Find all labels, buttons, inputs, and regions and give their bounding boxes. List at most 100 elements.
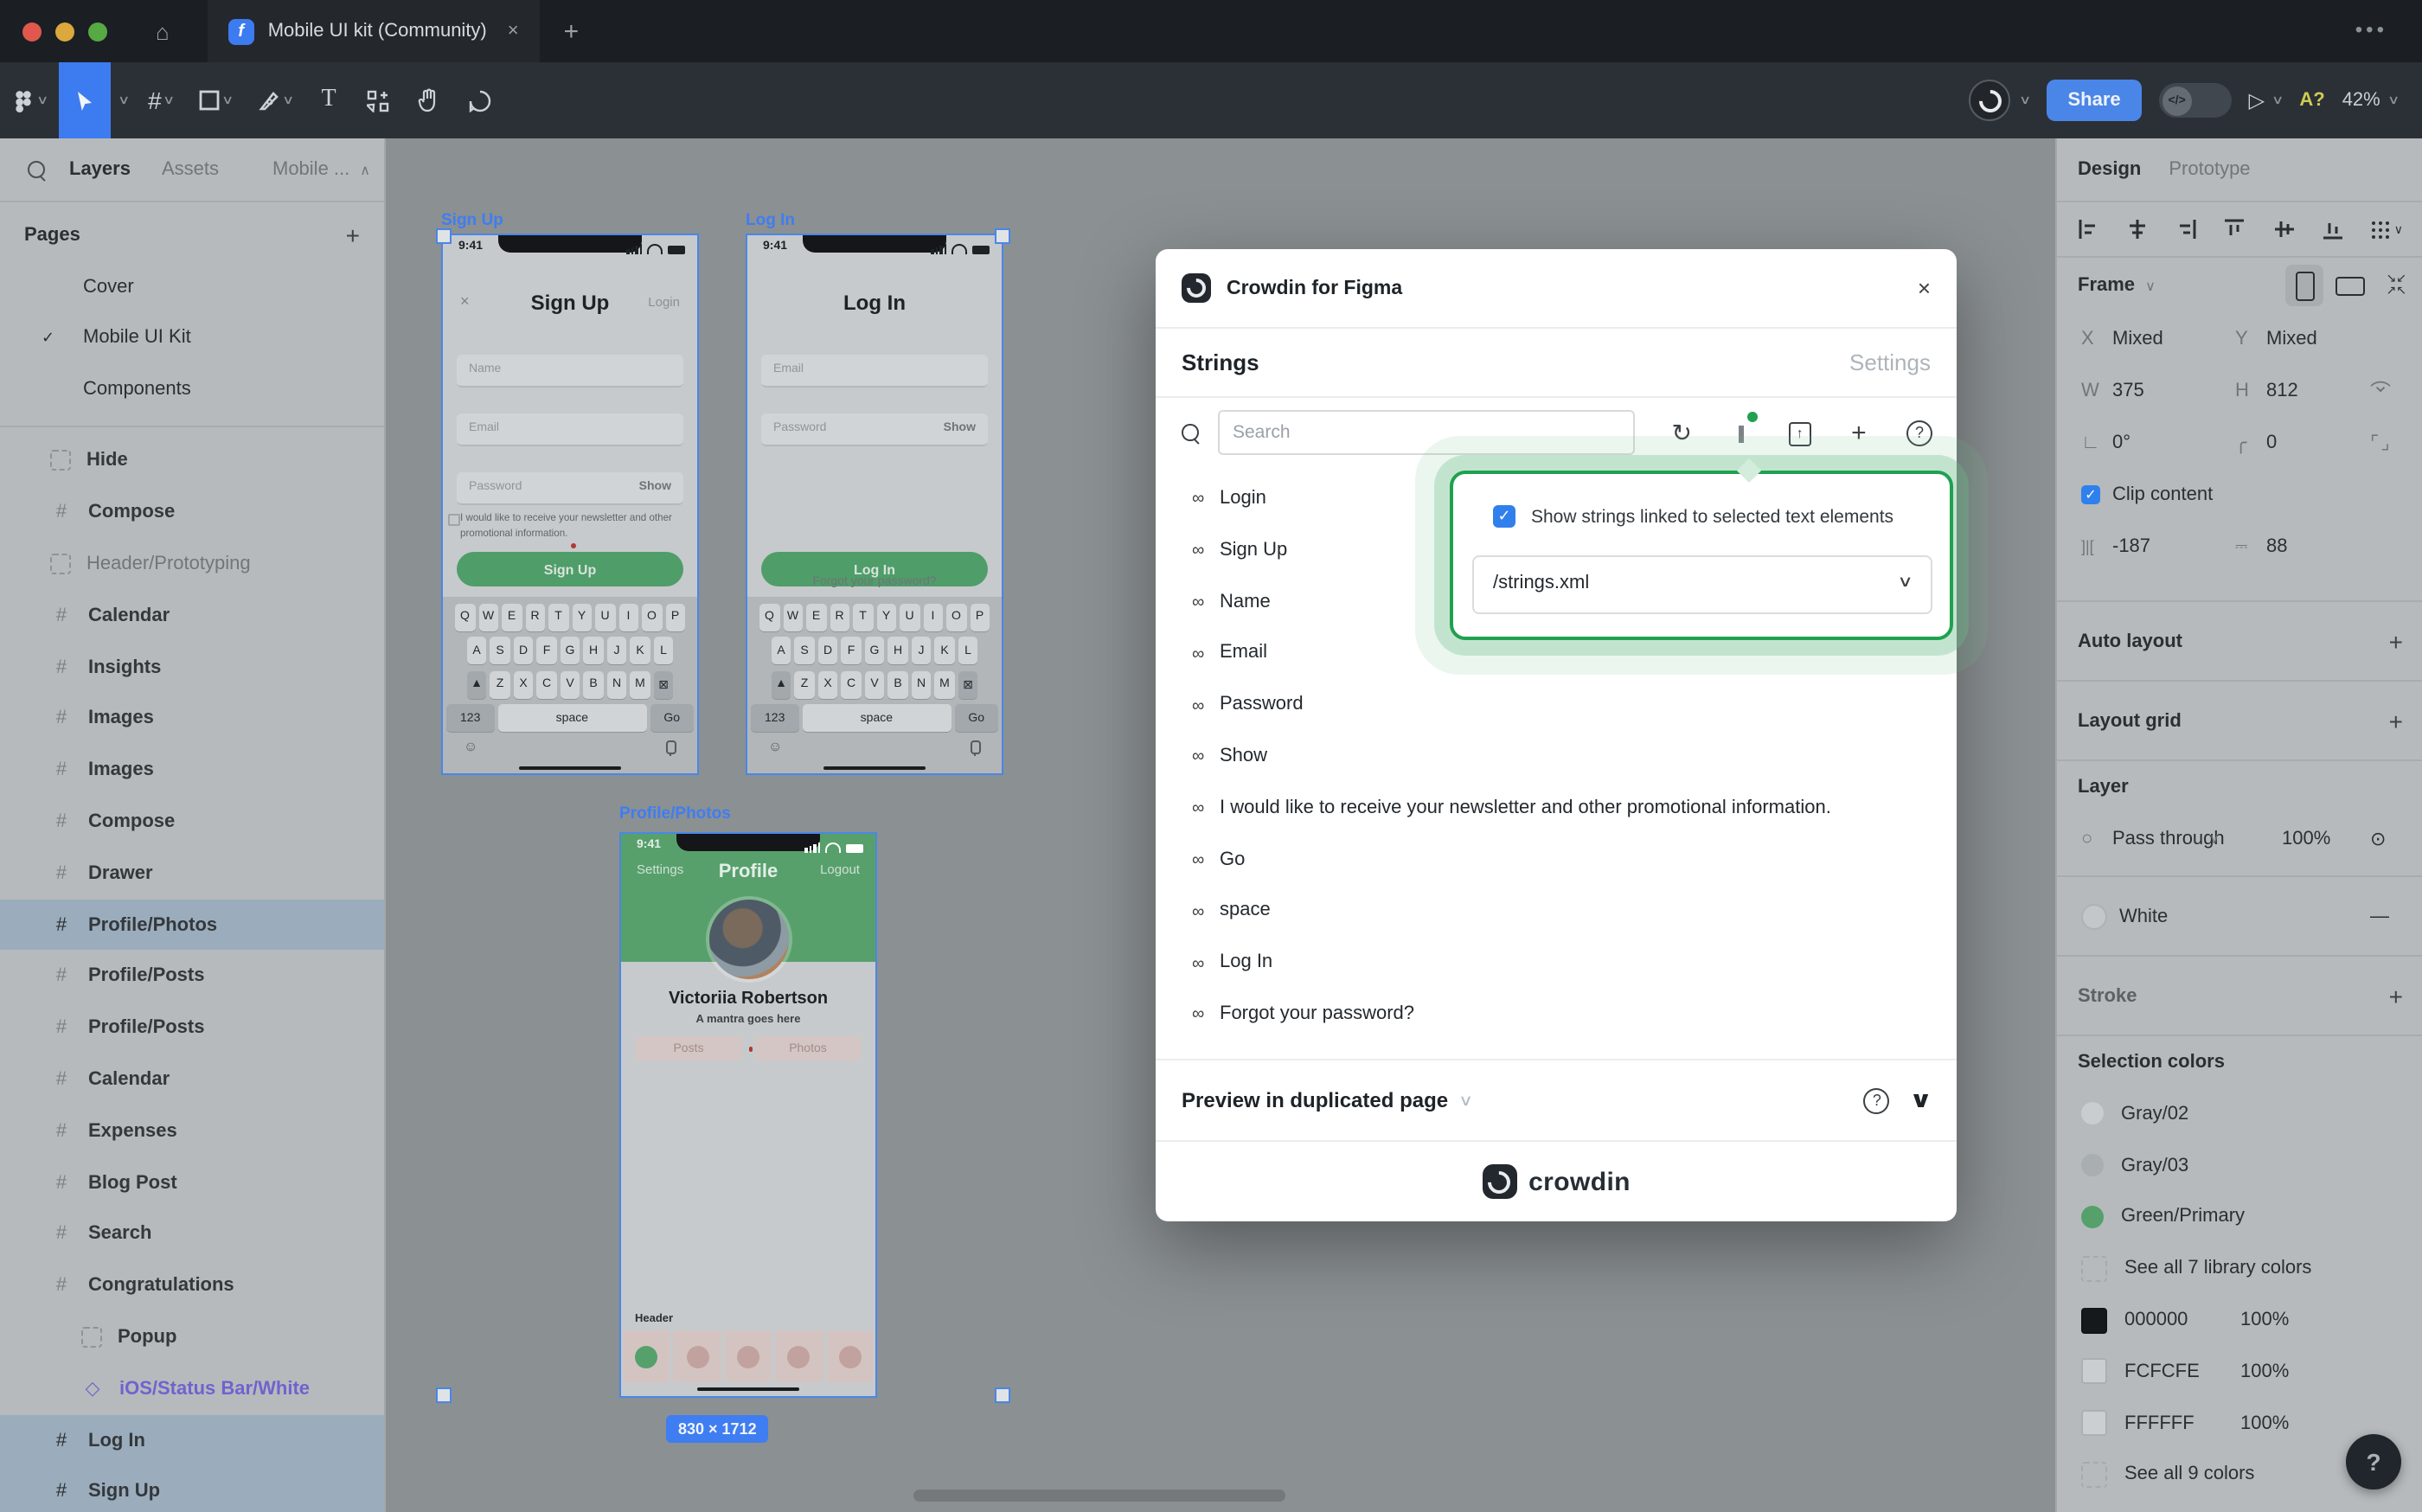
- text-tool-button[interactable]: T: [304, 62, 353, 138]
- portrait-orientation-button[interactable]: [2285, 265, 2323, 306]
- tab-layers[interactable]: Layers: [69, 159, 131, 180]
- layer-item[interactable]: Sign Up: [0, 1466, 384, 1512]
- file-tab[interactable]: f Mobile UI kit (Community) ×: [208, 0, 540, 62]
- help-icon[interactable]: ?: [1906, 419, 1931, 446]
- selection-color-row[interactable]: Gray/02: [2057, 1088, 2422, 1140]
- log-in-frame[interactable]: 9:41 Log In Email Password Show Log In F…: [746, 234, 1003, 775]
- minimize-window-button[interactable]: [55, 22, 74, 41]
- page-item[interactable]: Cover: [0, 261, 384, 312]
- maximize-window-button[interactable]: [88, 22, 107, 41]
- color-swatch[interactable]: [2081, 1154, 2104, 1176]
- color-swatch[interactable]: [2081, 1206, 2104, 1228]
- selection-handle-top-left[interactable]: [436, 228, 452, 244]
- y-value[interactable]: Mixed: [2266, 329, 2317, 349]
- tab-strings[interactable]: Strings: [1182, 349, 1259, 375]
- horizontal-gap-value[interactable]: -187: [2112, 536, 2150, 557]
- independent-corners-icon[interactable]: ⌜⌟: [2370, 432, 2392, 454]
- landscape-orientation-button[interactable]: [2336, 276, 2365, 295]
- layer-item[interactable]: Expenses: [0, 1105, 384, 1157]
- vertical-gap-value[interactable]: 88: [2266, 536, 2288, 557]
- string-item[interactable]: ∞ I would like to receive your newslette…: [1156, 784, 1957, 836]
- layer-item[interactable]: Popup: [0, 1311, 384, 1363]
- layer-item[interactable]: Hide: [0, 435, 384, 487]
- layer-item[interactable]: Compose: [0, 796, 384, 848]
- color-swatch[interactable]: [2081, 1462, 2107, 1488]
- layer-item[interactable]: Compose: [0, 487, 384, 539]
- frame-label-sign-up[interactable]: Sign Up: [441, 211, 503, 230]
- preview-help-icon[interactable]: ?: [1864, 1087, 1890, 1113]
- clip-content-checkbox[interactable]: ✓: [2081, 485, 2100, 504]
- rotation-value[interactable]: 0°: [2112, 432, 2130, 453]
- frame-label-profile[interactable]: Profile/Photos: [619, 804, 731, 823]
- selection-color-row[interactable]: See all 7 library colors: [2057, 1243, 2422, 1295]
- resources-tool-button[interactable]: [353, 62, 401, 138]
- corner-radius-value[interactable]: 0: [2266, 432, 2277, 453]
- tab-settings[interactable]: Settings: [1849, 349, 1931, 375]
- file-select[interactable]: /strings.xml ∨: [1472, 555, 1932, 614]
- selection-handle-top-right[interactable]: [995, 228, 1010, 244]
- h-value[interactable]: 812: [2266, 381, 2298, 401]
- layer-item[interactable]: Calendar: [0, 590, 384, 642]
- color-swatch[interactable]: [2081, 1307, 2107, 1333]
- export-icon[interactable]: ↑: [1789, 419, 1811, 446]
- figma-menu-button[interactable]: ∨: [0, 62, 59, 138]
- expand-chevron-icon[interactable]: ∨: [1910, 1086, 1933, 1114]
- profile-photos-frame[interactable]: 9:41 Settings Profile Logout Victoriia R…: [619, 832, 877, 1398]
- move-tool-chevron[interactable]: ∨: [119, 93, 131, 107]
- comment-tool-button[interactable]: [453, 62, 505, 138]
- tab-prototype[interactable]: Prototype: [2169, 159, 2250, 180]
- selection-color-row[interactable]: Green/Primary: [2057, 1191, 2422, 1243]
- selection-color-row[interactable]: Gray/03: [2057, 1140, 2422, 1192]
- color-swatch[interactable]: [2081, 1103, 2104, 1125]
- search-input[interactable]: [1217, 410, 1634, 455]
- string-item[interactable]: ∞ Log In: [1156, 938, 1957, 990]
- new-tab-button[interactable]: +: [564, 16, 580, 46]
- fill-label[interactable]: White: [2119, 906, 2168, 926]
- accessibility-button[interactable]: A?: [2299, 90, 2324, 111]
- present-button[interactable]: ▷∨: [2249, 88, 2283, 112]
- layer-item[interactable]: Profile/Posts: [0, 1003, 384, 1054]
- page-item[interactable]: ✓ Mobile UI Kit: [0, 312, 384, 363]
- layer-item[interactable]: Profile/Photos: [0, 899, 384, 951]
- align-v-center-icon[interactable]: [2272, 218, 2295, 240]
- layer-item[interactable]: Insights: [0, 641, 384, 693]
- zoom-menu[interactable]: 42%∨: [2342, 90, 2398, 111]
- shape-tool-button[interactable]: ∨: [187, 62, 246, 138]
- align-bottom-icon[interactable]: [2321, 218, 2343, 240]
- string-item[interactable]: ∞ Go: [1156, 835, 1957, 887]
- close-window-button[interactable]: [22, 22, 42, 41]
- visibility-eye-icon[interactable]: ⊙: [2370, 828, 2386, 850]
- string-item[interactable]: ∞ Password: [1156, 680, 1957, 732]
- user-avatar[interactable]: ∨: [1969, 80, 2029, 121]
- close-tab-icon[interactable]: ×: [508, 21, 519, 42]
- layer-item[interactable]: Profile/Posts: [0, 951, 384, 1003]
- color-swatch[interactable]: [2081, 1359, 2107, 1385]
- tidy-up-icon[interactable]: ∨: [2370, 219, 2403, 240]
- linked-strings-checkbox[interactable]: ✓: [1493, 505, 1515, 528]
- w-value[interactable]: 375: [2112, 381, 2144, 401]
- selection-handle-bottom-right[interactable]: [995, 1387, 1010, 1403]
- align-left-icon[interactable]: [2078, 218, 2100, 240]
- add-page-button[interactable]: +: [346, 221, 360, 249]
- hand-tool-button[interactable]: [401, 62, 453, 138]
- layer-item[interactable]: Images: [0, 745, 384, 797]
- color-swatch[interactable]: [2081, 1410, 2107, 1436]
- filter-icon[interactable]: [1729, 420, 1752, 445]
- pen-tool-button[interactable]: ∨: [246, 62, 304, 138]
- home-icon[interactable]: ⌂: [156, 18, 170, 44]
- tab-assets[interactable]: Assets: [162, 159, 219, 180]
- selection-handle-bottom-left[interactable]: [436, 1387, 452, 1403]
- opacity-value[interactable]: 100%: [2282, 829, 2330, 849]
- layer-item[interactable]: Search: [0, 1208, 384, 1260]
- tab-design[interactable]: Design: [2078, 159, 2141, 180]
- string-item[interactable]: ∞ Show: [1156, 732, 1957, 784]
- horizontal-scrollbar[interactable]: [913, 1490, 1285, 1502]
- add-auto-layout-button[interactable]: +: [2389, 627, 2403, 655]
- layer-item[interactable]: Header/Prototyping: [0, 538, 384, 590]
- layer-item[interactable]: Drawer: [0, 848, 384, 900]
- layer-item[interactable]: iOS/Status Bar/White: [0, 1363, 384, 1415]
- shrink-icon[interactable]: ↘↙↗↖: [2387, 273, 2406, 298]
- x-value[interactable]: Mixed: [2112, 329, 2163, 349]
- remove-fill-button[interactable]: —: [2370, 906, 2389, 926]
- selection-color-row[interactable]: 000000 100%: [2057, 1294, 2422, 1346]
